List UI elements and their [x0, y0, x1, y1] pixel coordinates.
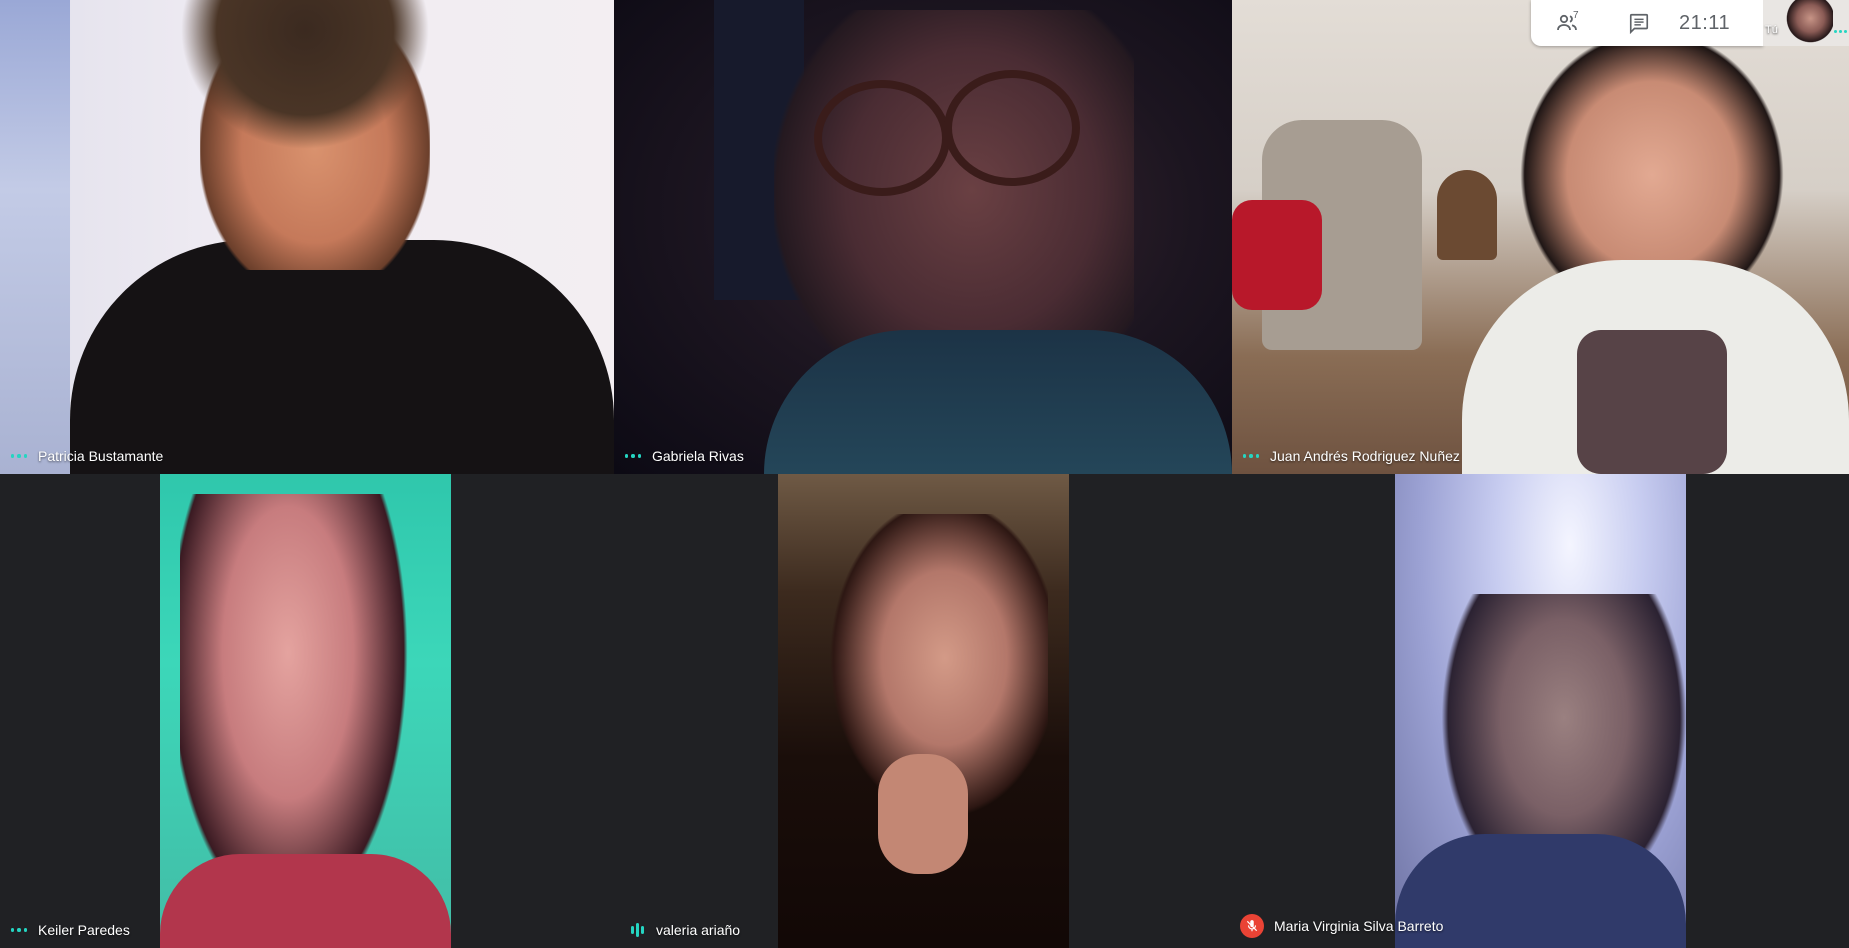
participant-video [160, 474, 451, 948]
participants-button[interactable]: 7 [1531, 0, 1603, 46]
three-dots-icon[interactable] [624, 454, 642, 458]
self-label: Tú [1765, 24, 1778, 36]
mic-off-icon [1240, 914, 1264, 938]
participant-name: Keiler Paredes [38, 922, 130, 938]
participant-name: Patricia Bustamante [38, 448, 164, 464]
participant-video [1232, 0, 1849, 474]
participant-tile[interactable]: Keiler Paredes [0, 474, 618, 948]
meeting-toolbar: 7 21:11 [1531, 0, 1763, 46]
participant-tile[interactable]: Maria Virginia Silva Barreto [1232, 474, 1849, 948]
participant-tile[interactable]: Patricia Bustamante [0, 0, 614, 474]
participant-video [614, 0, 1232, 474]
participant-name: Juan Andrés Rodriguez Nuñez [1270, 448, 1460, 464]
meeting-stage: Patricia Bustamante Gabriela Rivas Juan … [0, 0, 1849, 948]
chat-icon [1629, 13, 1649, 34]
three-dots-icon[interactable] [10, 928, 28, 932]
participant-tile[interactable]: Gabriela Rivas [614, 0, 1232, 474]
three-dots-icon[interactable] [1834, 30, 1847, 33]
audio-level-icon [628, 923, 646, 937]
three-dots-icon[interactable] [1242, 454, 1260, 458]
participant-video [778, 474, 1069, 948]
meeting-clock: 21:11 [1679, 11, 1731, 34]
participant-name: valeria ariaño [656, 922, 741, 938]
participant-name: Maria Virginia Silva Barreto [1274, 918, 1444, 934]
participant-tile[interactable]: Juan Andrés Rodriguez Nuñez [1232, 0, 1849, 474]
participant-tile[interactable]: valeria ariaño [618, 474, 1232, 948]
participants-count: 7 [1573, 10, 1579, 21]
participant-video [1395, 474, 1686, 948]
three-dots-icon[interactable] [10, 454, 28, 458]
self-view[interactable]: Tú [1763, 0, 1849, 46]
chat-button[interactable] [1603, 0, 1675, 46]
participant-video [0, 0, 614, 474]
participant-name: Gabriela Rivas [652, 448, 744, 464]
